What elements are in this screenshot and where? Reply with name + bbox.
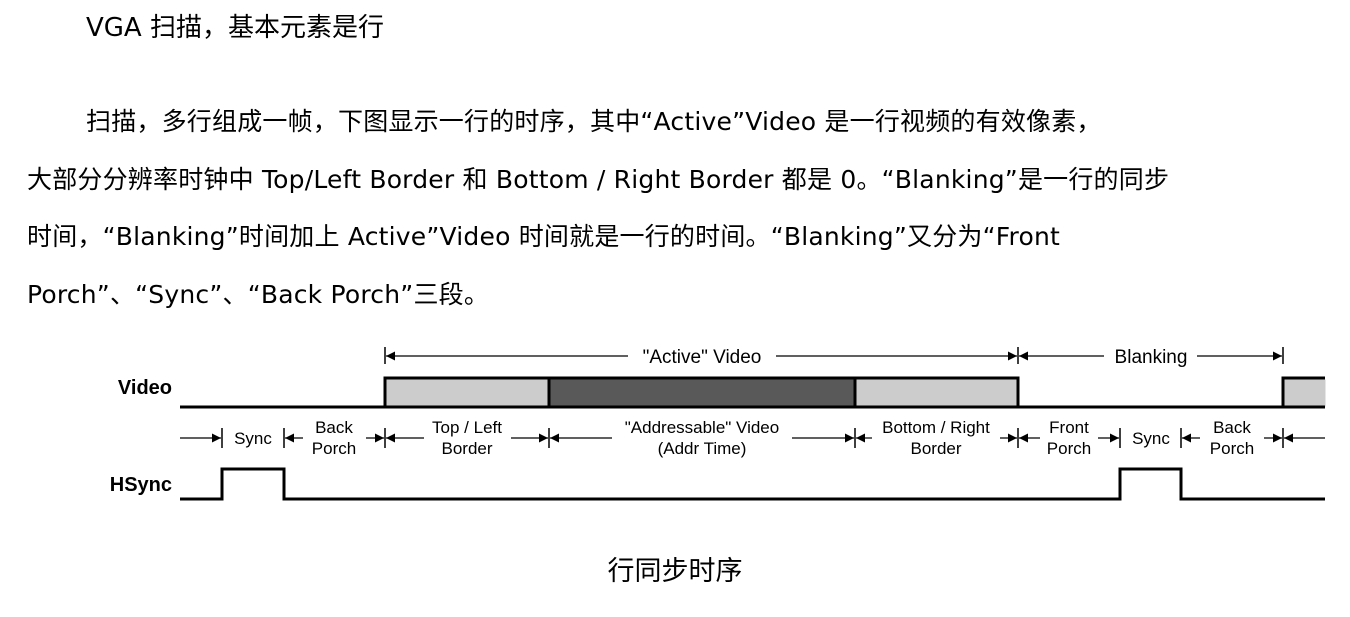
paragraph-line: 大部分分辨率时钟中 Top/Left Border 和 Bottom / Rig… [27,164,1170,194]
figure-caption: 行同步时序 [607,556,743,587]
addressable-video-label: "Addressable" Video [625,418,779,437]
video-signal-label: Video [118,377,172,399]
hsync-timing-diagram: "Active" Video Blanking Video Sync Back … [110,347,1326,501]
blanking-span: Blanking [1019,347,1284,368]
paragraph-line: Porch”、“Sync”、“Back Porch”三段。 [27,279,490,309]
sync-label: Sync [1132,429,1170,448]
top-left-border-label: Border [441,439,492,458]
bottom-right-border-block [853,376,1020,409]
back-porch-label: Porch [1210,439,1254,458]
sync-label: Sync [234,429,272,448]
addressable-video-label: (Addr Time) [658,439,747,458]
bottom-right-border-label: Bottom / Right [882,418,990,437]
paragraph: 扫描，多行组成一帧，下图显示一行的时序，其中“Active”Video 是一行视… [27,93,1327,323]
back-porch-label: Back [315,418,353,437]
top-left-border-block [383,376,551,409]
front-porch-label: Front [1049,418,1089,437]
top-left-border-label: Top / Left [432,418,502,437]
paragraph-line: 扫描，多行组成一帧，下图显示一行的时序，其中“Active”Video 是一行视… [86,107,1102,136]
front-porch-label: Porch [1047,439,1091,458]
back-porch-label: Porch [312,439,356,458]
hsync-signal-label: HSync [110,474,172,496]
paragraph-line: 时间，“Blanking”时间加上 Active”Video 时间就是一行的时间… [27,222,1061,251]
active-video-span: "Active" Video [384,347,1019,368]
blanking-label: Blanking [1115,347,1188,368]
active-video-label: "Active" Video [643,347,762,368]
video-waveform [180,376,1326,409]
heading: VGA 扫描，基本元素是行 [86,13,384,43]
bottom-right-border-label: Border [910,439,961,458]
back-porch-label: Back [1213,418,1251,437]
addressable-video-block [547,376,857,409]
hsync-waveform [180,467,1325,501]
